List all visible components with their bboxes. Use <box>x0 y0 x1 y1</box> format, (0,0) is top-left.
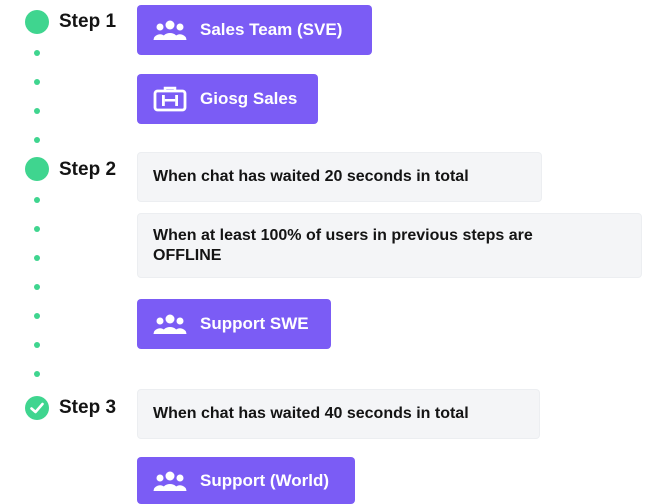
step-1-marker <box>25 10 49 34</box>
timeline-dot <box>34 197 40 203</box>
condition-suffix: seconds in total <box>346 168 469 185</box>
condition-text: When chat has waited 20 seconds in total <box>153 167 469 187</box>
condition-wait-40[interactable]: When chat has waited 40 seconds in total <box>137 389 540 439</box>
condition-offline-100[interactable]: When at least 100% of users in previous … <box>137 213 642 278</box>
timeline-dot <box>34 255 40 261</box>
condition-suffix: seconds in total <box>346 405 469 422</box>
condition-prefix: When chat has waited <box>153 405 321 422</box>
timeline-dot <box>34 50 40 56</box>
condition-prefix: When at least <box>153 226 257 244</box>
condition-prefix: When chat has waited <box>153 168 321 185</box>
condition-value: 40 <box>324 405 343 422</box>
briefcase-icon <box>153 86 187 112</box>
users-group-icon <box>153 19 187 41</box>
timeline-dot <box>34 371 40 377</box>
group-chip-sales-team[interactable]: Sales Team (SVE) <box>137 5 372 55</box>
group-chip-support-swe[interactable]: Support SWE <box>137 299 331 349</box>
users-group-icon <box>153 313 187 335</box>
condition-text: When at least 100% of users in previous … <box>153 226 593 266</box>
users-group-icon <box>153 470 187 492</box>
condition-value: 20 <box>324 168 343 185</box>
timeline-dot <box>34 79 40 85</box>
group-chip-label: Sales Team (SVE) <box>200 20 343 39</box>
group-chip-label: Support (World) <box>200 470 330 490</box>
timeline-dot <box>34 108 40 114</box>
condition-value: 100% <box>260 226 302 244</box>
condition-wait-20[interactable]: When chat has waited 20 seconds in total <box>137 152 542 202</box>
timeline-dot <box>34 226 40 232</box>
timeline-dot <box>34 313 40 319</box>
group-chip-support-world[interactable]: Support (World) <box>137 457 355 504</box>
step-2-marker <box>25 157 49 181</box>
group-chip-label: Support SWE <box>200 314 309 333</box>
timeline-dot <box>34 137 40 143</box>
group-chip-label: Giosg Sales <box>200 89 298 108</box>
timeline-dot <box>34 284 40 290</box>
step-2-label: Step 2 <box>59 159 117 180</box>
timeline-dot <box>34 342 40 348</box>
condition-text: When chat has waited 40 seconds in total <box>153 404 469 424</box>
step-1-label: Step 1 <box>59 11 117 32</box>
check-icon <box>30 402 44 414</box>
step-3-label: Step 3 <box>59 397 117 418</box>
group-chip-giosg-sales[interactable]: Giosg Sales <box>137 74 318 124</box>
step-3-marker <box>25 396 49 420</box>
